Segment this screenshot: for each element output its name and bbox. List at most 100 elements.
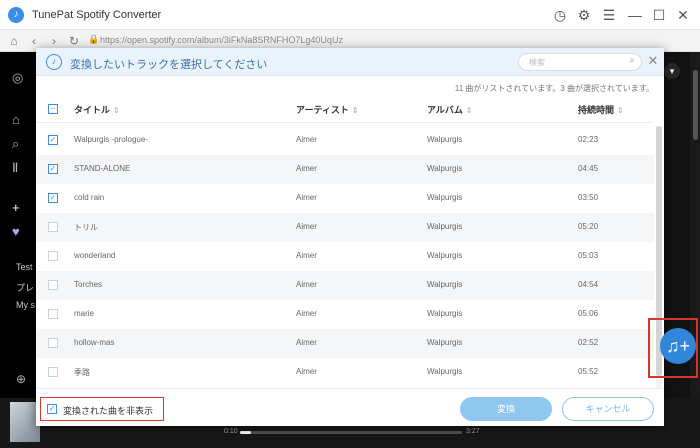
track-artist: Aimer (296, 309, 317, 318)
track-title: cold rain (74, 193, 105, 202)
spotify-home-icon[interactable]: ⌂ (12, 112, 20, 127)
playback-progress-bar[interactable] (240, 431, 462, 434)
track-duration: 04:45 (578, 164, 599, 173)
track-checkbox[interactable]: ✓ (48, 193, 58, 203)
liked-songs-icon[interactable]: ♥ (12, 224, 20, 239)
track-title: Torches (74, 280, 103, 289)
playback-progress-fill (240, 431, 252, 434)
app-logo-icon: ♪ (8, 7, 24, 23)
track-list: ✓ Walpurgis -prologue- Aimer Walpurgis 02:23… (36, 126, 654, 388)
track-duration: 05:06 (578, 309, 599, 318)
header-duration[interactable]: 持続時間 ⇕ (578, 103, 624, 116)
track-checkbox[interactable] (48, 309, 58, 319)
track-selection-dialog: ♪ 変換したいトラックを選択してください 検索 ⌕ ✕ 11 曲がリストされてい… (36, 48, 664, 426)
track-title: marie (74, 309, 95, 318)
dialog-title: 変換したいトラックを選択してください (70, 59, 268, 71)
history-icon[interactable]: ◷ (551, 6, 569, 24)
download-icon[interactable]: ⊕ (16, 372, 26, 386)
sort-icon: ⇕ (113, 106, 120, 115)
sidebar-text-2: プレ (16, 283, 35, 293)
spotify-scrollbar[interactable] (693, 70, 698, 140)
search-icon[interactable]: ⌕ (629, 55, 635, 66)
header-title-label: タイトル (74, 105, 111, 115)
track-title: wonderland (74, 251, 116, 260)
convert-button[interactable]: 変換 (460, 397, 552, 421)
table-row[interactable]: Torches Aimer Walpurgis 04:54 (36, 271, 654, 300)
table-row[interactable]: ✓ STAND-ALONE Aimer Walpurgis 04:45 (36, 155, 654, 184)
table-row[interactable]: ✓ cold rain Aimer Walpurgis 03:50 (36, 184, 654, 213)
total-time: 3:27 (466, 428, 480, 435)
settings-gear-icon[interactable]: ⚙ (575, 6, 593, 24)
track-album: Walpurgis (427, 338, 463, 347)
minimize-button[interactable]: — (626, 6, 644, 24)
table-row[interactable]: wonderland Aimer Walpurgis 05:03 (36, 242, 654, 271)
header-album[interactable]: アルバム ⇕ (427, 103, 473, 116)
forward-icon[interactable]: › (46, 33, 62, 49)
track-artist: Aimer (296, 338, 317, 347)
search-input[interactable]: 検索 ⌕ (518, 53, 642, 71)
table-row[interactable]: トリル Aimer Walpurgis 05:20 (36, 213, 654, 242)
profile-avatar[interactable]: ▾ (664, 63, 680, 79)
add-music-button[interactable]: ♫+ (660, 328, 696, 364)
track-artist: Aimer (296, 164, 317, 173)
title-bar: ♪ TunePat Spotify Converter ◷ ⚙ ☰ — ☐ ✕ (0, 0, 700, 30)
track-album: Walpurgis (427, 367, 463, 376)
spotify-search-icon[interactable]: ⌕ (12, 136, 19, 152)
track-checkbox[interactable] (48, 280, 58, 290)
dialog-close-button[interactable]: ✕ (646, 53, 660, 69)
track-title: 季路 (74, 368, 90, 377)
header-divider (36, 122, 654, 123)
track-checkbox[interactable] (48, 222, 58, 232)
music-note-icon: ♪ (46, 54, 62, 70)
track-checkbox[interactable]: ✓ (48, 135, 58, 145)
cancel-button[interactable]: キャンセル (562, 397, 654, 421)
track-artist: Aimer (296, 280, 317, 289)
track-artist: Aimer (296, 367, 317, 376)
track-duration: 05:52 (578, 367, 599, 376)
maximize-button[interactable]: ☐ (650, 6, 668, 24)
table-row[interactable]: ✓ Walpurgis -prologue- Aimer Walpurgis 02:23 (36, 126, 654, 155)
header-artist[interactable]: アーティスト ⇕ (296, 103, 359, 116)
sidebar-text-1: Test (16, 262, 33, 272)
track-album: Walpurgis (427, 309, 463, 318)
hide-converted-option[interactable]: ✓ 変換された曲を非表示 (40, 397, 164, 421)
table-row[interactable]: marie Aimer Walpurgis 05:06 (36, 300, 654, 329)
header-title[interactable]: タイトル ⇕ (74, 103, 120, 116)
spotify-logo-icon: ◎ (12, 70, 24, 85)
spotify-library-icon[interactable]: Ⅱ (12, 160, 18, 176)
track-album: Walpurgis (427, 193, 463, 202)
track-album: Walpurgis (427, 222, 463, 231)
create-playlist-icon[interactable]: + (12, 200, 20, 215)
table-header: – タイトル ⇕ アーティスト ⇕ アルバム ⇕ 持続時間 ⇕ (36, 96, 654, 122)
track-checkbox[interactable] (48, 338, 58, 348)
table-row[interactable]: hollow-mas Aimer Walpurgis 02:52 (36, 329, 654, 358)
track-artist: Aimer (296, 193, 317, 202)
track-duration: 02:52 (578, 338, 599, 347)
track-checkbox[interactable] (48, 251, 58, 261)
search-placeholder: 検索 (529, 58, 545, 67)
track-checkbox[interactable]: ✓ (48, 164, 58, 174)
app-title: TunePat Spotify Converter (32, 9, 162, 21)
header-album-label: アルバム (427, 105, 463, 115)
header-duration-label: 持続時間 (578, 105, 615, 115)
window-close-button[interactable]: ✕ (674, 6, 692, 24)
track-checkbox[interactable] (48, 367, 58, 377)
track-duration: 03:50 (578, 193, 599, 202)
table-row[interactable]: 季路 Aimer Walpurgis 05:52 (36, 358, 654, 387)
track-duration: 02:23 (578, 135, 599, 144)
sort-icon: ⇕ (617, 106, 624, 115)
home-icon[interactable]: ⌂ (6, 33, 22, 49)
sort-icon: ⇕ (465, 106, 473, 115)
track-duration: 05:20 (578, 222, 599, 231)
menu-icon[interactable]: ☰ (600, 6, 618, 24)
select-all-checkbox[interactable]: – (48, 104, 58, 114)
back-icon[interactable]: ‹ (26, 33, 42, 49)
address-url[interactable]: https://open.spotify.com/album/3iFkNa8SR… (100, 35, 343, 45)
track-title: トリル (74, 223, 98, 232)
track-artist: Aimer (296, 135, 317, 144)
hide-converted-checkbox[interactable]: ✓ (47, 404, 57, 414)
sort-icon: ⇕ (351, 106, 359, 115)
selection-count-info: 11 曲がリストされています。3 曲が選択されています。 (454, 84, 654, 93)
dialog-header: ♪ 変換したいトラックを選択してください 検索 ⌕ ✕ (36, 48, 664, 76)
reload-icon[interactable]: ↻ (66, 33, 82, 49)
